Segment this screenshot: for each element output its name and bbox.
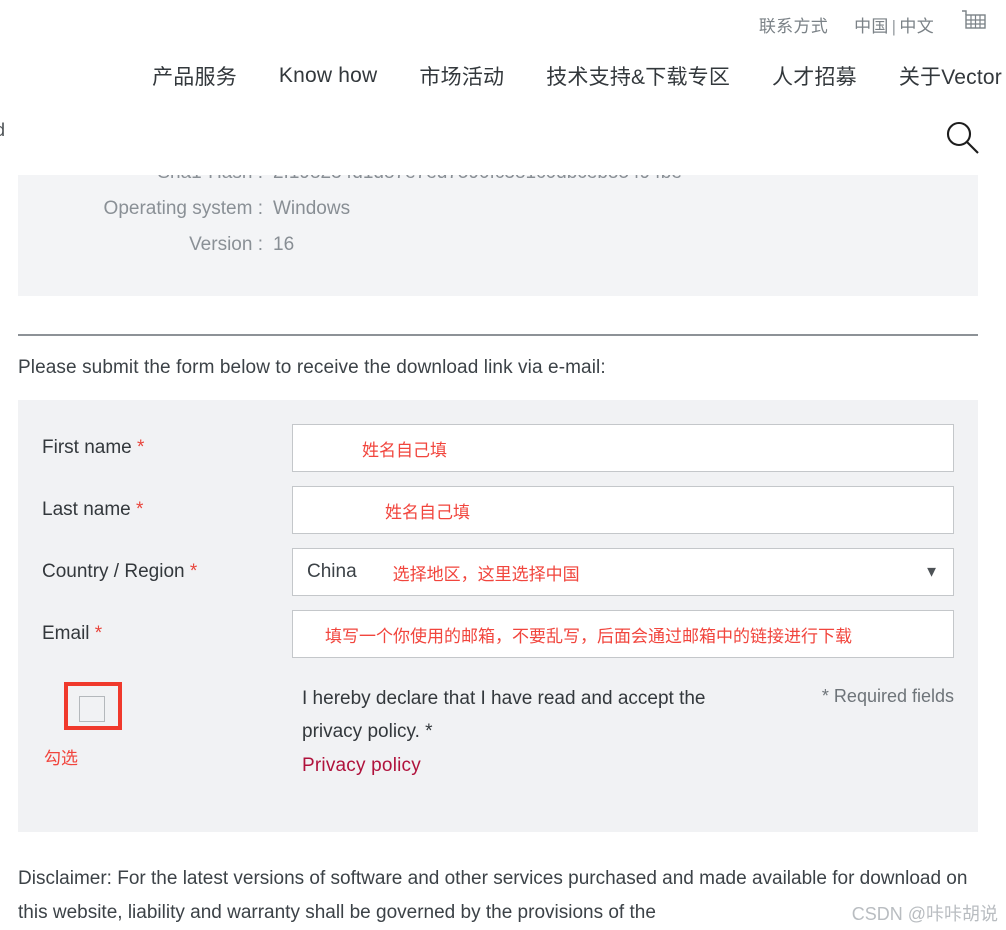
shopping-cart-icon[interactable]	[960, 9, 988, 40]
info-value-os: Windows	[273, 198, 351, 219]
label-last-name-text: Last name	[42, 499, 131, 520]
search-icon[interactable]	[940, 116, 984, 160]
privacy-policy-link[interactable]: Privacy policy	[302, 755, 421, 777]
consent-declaration-text: I hereby declare that I have read and ac…	[302, 688, 706, 742]
required-star: *	[136, 499, 144, 520]
consent-row: 勾选 I hereby declare that I have read and…	[42, 682, 954, 777]
main-navigation: 产品服务 Know how 市场活动 技术支持&下载专区 人才招募 关于Vect…	[0, 48, 1006, 104]
annotation-email: 填写一个你使用的邮箱，不要乱写，后面会通过邮箱中的链接进行下载	[325, 626, 852, 646]
region-label: 中国	[854, 16, 889, 36]
form-row-first-name: First name * 姓名自己填	[42, 424, 954, 472]
submit-instruction: Please submit the form below to receive …	[18, 357, 606, 378]
input-last-name[interactable]: 姓名自己填	[292, 486, 954, 534]
chevron-down-icon: ▼	[924, 563, 939, 581]
info-label-version: Version :	[189, 234, 263, 255]
form-row-country: Country / Region * China 选择地区，这里选择中国 ▼	[42, 548, 954, 596]
annotation-last-name: 姓名自己填	[385, 502, 470, 522]
info-label-os: Operating system :	[103, 198, 263, 219]
privacy-consent-checkbox[interactable]	[79, 696, 105, 722]
label-email-text: Email	[42, 623, 90, 644]
nav-item-know-how[interactable]: Know how	[279, 64, 378, 88]
label-country: Country / Region *	[42, 561, 292, 583]
required-fields-note: * Required fields	[821, 686, 954, 706]
nav-item-products[interactable]: 产品服务	[152, 61, 237, 91]
language-region-selector[interactable]: 中国 | 中文	[854, 12, 934, 37]
form-row-email: Email * 填写一个你使用的邮箱，不要乱写，后面会通过邮箱中的链接进行下载	[42, 610, 954, 658]
required-star: *	[94, 623, 103, 644]
header-search-row: d	[0, 104, 1006, 175]
nav-item-about-vector[interactable]: 关于Vector	[899, 61, 1002, 91]
nav-item-careers[interactable]: 人才招募	[772, 61, 857, 91]
form-row-last-name: Last name * 姓名自己填	[42, 486, 954, 534]
disclaimer-text: Disclaimer: For the latest versions of s…	[18, 868, 968, 923]
input-first-name[interactable]: 姓名自己填	[292, 424, 954, 472]
page-root: Sha1-Hash : 2f198234d1d87e7ed7590fc381c0…	[0, 0, 1006, 930]
utility-link-contact[interactable]: 联系方式	[759, 12, 828, 37]
label-last-name: Last name *	[42, 499, 292, 521]
language-label: 中文	[899, 16, 934, 36]
required-star: *	[189, 561, 198, 582]
nav-item-events[interactable]: 市场活动	[419, 61, 504, 91]
annotation-country: 选择地区，这里选择中国	[392, 564, 580, 584]
site-header: 联系方式 中国 | 中文 产品服务 Know how 市场活动 技术支持&下载专…	[0, 0, 1006, 175]
label-country-text: Country / Region	[42, 561, 185, 582]
label-email: Email *	[42, 623, 292, 645]
select-country[interactable]: China 选择地区，这里选择中国 ▼	[292, 548, 954, 596]
annotation-first-name: 姓名自己填	[362, 440, 447, 460]
select-country-value: China	[307, 561, 357, 582]
annotation-check-here: 勾选	[44, 749, 78, 768]
label-first-name-text: First name	[42, 437, 132, 458]
info-value-version: 16	[273, 234, 295, 255]
required-star: *	[137, 437, 145, 458]
clipped-breadcrumb-text: d	[0, 120, 6, 140]
utility-bar: 联系方式 中国 | 中文	[0, 0, 1006, 48]
input-email[interactable]: 填写一个你使用的邮箱，不要乱写，后面会通过邮箱中的链接进行下载	[292, 610, 954, 658]
section-divider	[18, 334, 978, 336]
language-separator: |	[891, 16, 897, 36]
nav-item-support-downloads[interactable]: 技术支持&下载专区	[546, 61, 730, 91]
download-request-form: First name * 姓名自己填 Last name * 姓名自己填 Cou…	[18, 400, 978, 832]
info-row: Operating system : Windows	[18, 198, 978, 220]
info-row: Version : 16	[18, 234, 978, 256]
label-first-name: First name *	[42, 437, 292, 459]
